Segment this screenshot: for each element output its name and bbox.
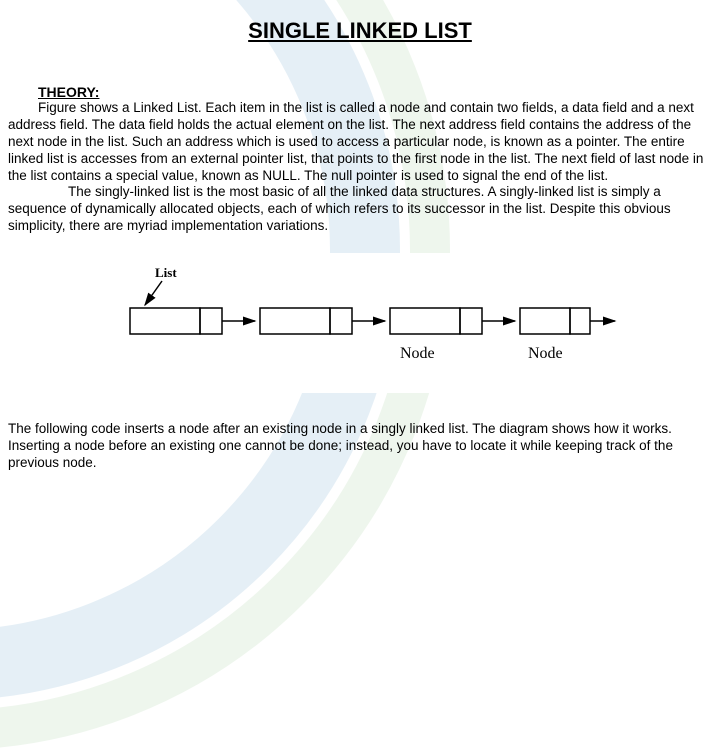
closing-paragraph: The following code inserts a node after … (8, 421, 712, 472)
node-label-1: Node (400, 345, 435, 362)
node-label-2: Node (528, 345, 563, 362)
theory-paragraph-2: The singly-linked list is the most basic… (8, 184, 712, 235)
theory-paragraph-1: Figure shows a Linked List. Each item in… (8, 100, 712, 184)
linked-list-diagram: List Node Node (90, 253, 630, 393)
list-label: List (155, 265, 177, 280)
page-title: SINGLE LINKED LIST (8, 18, 712, 44)
theory-heading: THEORY: (38, 84, 712, 100)
